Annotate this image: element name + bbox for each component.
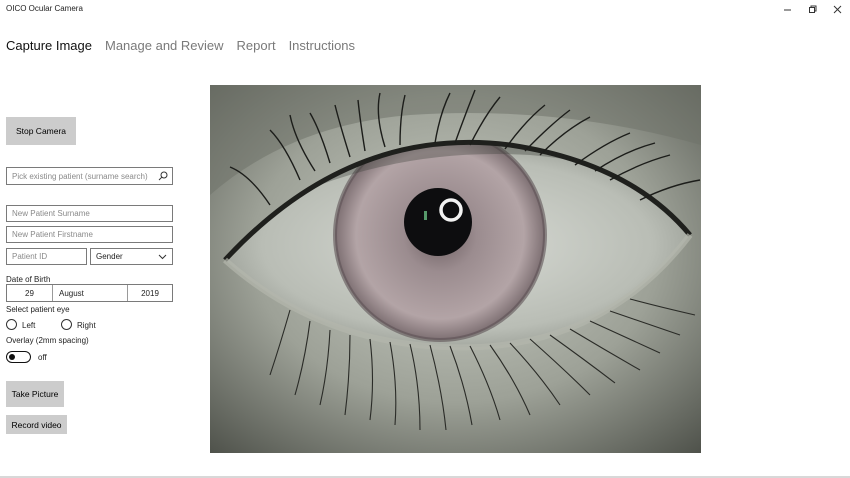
close-icon <box>833 5 841 13</box>
left-eye-label: Left <box>22 321 36 330</box>
search-icon[interactable] <box>158 171 168 181</box>
dob-picker[interactable]: 29 August 2019 <box>6 284 173 302</box>
new-firstname-field[interactable]: New Patient Firstname <box>6 226 173 243</box>
close-button[interactable] <box>826 2 848 16</box>
patient-id-placeholder: Patient ID <box>12 252 48 261</box>
new-surname-field[interactable]: New Patient Surname <box>6 205 173 222</box>
minimize-icon <box>783 9 791 10</box>
new-surname-placeholder: New Patient Surname <box>12 209 90 218</box>
left-eye-radio[interactable] <box>6 319 17 330</box>
dob-year[interactable]: 2019 <box>128 285 172 301</box>
dob-year-value: 2019 <box>141 288 159 298</box>
dob-month-value: August <box>59 288 84 298</box>
main-nav: Capture Image Manage and Review Report I… <box>6 38 368 53</box>
stop-camera-button[interactable]: Stop Camera <box>6 117 76 145</box>
patient-search-placeholder: Pick existing patient (surname search) <box>12 171 148 181</box>
patient-search-input[interactable]: Pick existing patient (surname search) <box>6 167 173 185</box>
tab-manage-and-review[interactable]: Manage and Review <box>105 38 224 53</box>
camera-feed[interactable] <box>210 85 701 453</box>
chevron-down-icon <box>158 254 167 260</box>
maximize-button[interactable] <box>801 2 823 16</box>
gender-select[interactable]: Gender <box>90 248 173 265</box>
right-eye-radio[interactable] <box>61 319 72 330</box>
overlay-label: Overlay (2mm spacing) <box>6 336 89 345</box>
eye-select-label: Select patient eye <box>6 305 70 314</box>
toggle-knob <box>9 353 15 360</box>
app-title: OICO Ocular Camera <box>6 4 83 13</box>
restore-icon <box>808 5 816 13</box>
new-firstname-placeholder: New Patient Firstname <box>12 230 93 239</box>
overlay-toggle[interactable] <box>6 351 31 363</box>
dob-label: Date of Birth <box>6 275 51 284</box>
overlay-state: off <box>38 353 47 362</box>
patient-id-field[interactable]: Patient ID <box>6 248 87 265</box>
dob-day-value: 29 <box>25 288 34 298</box>
record-video-button[interactable]: Record video <box>6 415 67 434</box>
tab-report[interactable]: Report <box>237 38 276 53</box>
right-eye-label: Right <box>77 321 96 330</box>
tab-capture-image[interactable]: Capture Image <box>6 38 92 53</box>
title-bar: OICO Ocular Camera <box>0 0 850 18</box>
tab-instructions[interactable]: Instructions <box>289 38 355 53</box>
dob-month[interactable]: August <box>53 285 128 301</box>
dob-day[interactable]: 29 <box>7 285 53 301</box>
minimize-button[interactable] <box>776 2 798 16</box>
pupil <box>404 188 472 256</box>
gender-value: Gender <box>96 252 123 261</box>
eye-image <box>210 85 701 453</box>
take-picture-button[interactable]: Take Picture <box>6 381 64 407</box>
